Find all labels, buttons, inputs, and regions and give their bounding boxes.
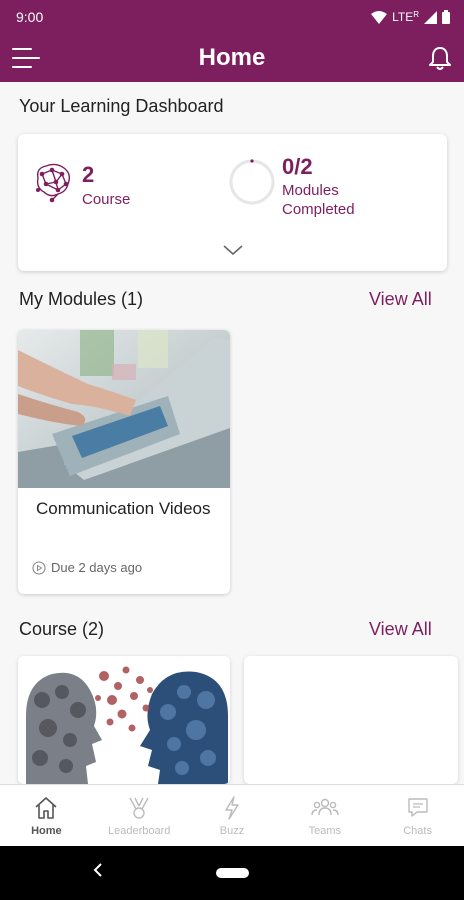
menu-icon-line [12, 66, 32, 68]
modules-progress-ring [229, 159, 275, 205]
battery-icon [442, 10, 450, 24]
course-heading: Course (2) [19, 619, 105, 639]
modules-count: 0/2 [282, 154, 313, 179]
trophy-icon [129, 797, 149, 819]
course-count: 2 [82, 162, 95, 187]
module-due-text: Due 2 days ago [51, 560, 143, 575]
course-card-placeholder[interactable] [244, 656, 458, 784]
course-thumbnail-image [18, 656, 230, 784]
home-icon [35, 797, 57, 819]
course-view-all-link[interactable]: View All [369, 619, 432, 640]
lightning-icon [225, 796, 239, 820]
nav-item-chats[interactable]: Chats [371, 785, 464, 846]
nav-label: Buzz [219, 825, 245, 837]
bell-icon[interactable] [426, 44, 454, 72]
nav-label: Teams [308, 825, 341, 837]
bottom-navigation: Home Leaderboard Buzz Teams Chats [0, 784, 464, 846]
brain-network-icon [36, 163, 71, 203]
module-card[interactable]: Communication Videos Due 2 days ago [18, 330, 230, 594]
my-modules-view-all-link[interactable]: View All [369, 289, 432, 310]
course-label: Course [82, 191, 131, 208]
system-navigation-bar [0, 846, 464, 900]
nav-item-leaderboard[interactable]: Leaderboard [93, 785, 186, 846]
app-bar: Home [0, 34, 464, 82]
signal-icon [424, 10, 437, 24]
nav-label: Leaderboard [108, 825, 171, 837]
nav-label: Chats [403, 825, 432, 837]
page-title: Home [198, 44, 266, 71]
home-pill-button[interactable] [216, 868, 249, 878]
nav-item-buzz[interactable]: Buzz [186, 785, 279, 846]
menu-button[interactable] [12, 44, 40, 72]
people-icon [311, 798, 339, 816]
roaming-label: R [413, 9, 419, 19]
chevron-down-icon[interactable] [222, 244, 244, 256]
network-label: LTE [392, 10, 414, 24]
modules-label-line1: Modules [282, 182, 339, 199]
dashboard-card: 2 Course 0/2 Modules Completed [18, 134, 447, 271]
menu-icon-line [12, 48, 32, 50]
wifi-icon [371, 10, 388, 24]
dashboard-heading: Your Learning Dashboard [19, 96, 224, 116]
module-due-status: Due 2 days ago [32, 560, 142, 575]
play-circle-icon [32, 560, 46, 575]
menu-icon-line [12, 57, 40, 59]
status-time: 9:00 [16, 9, 44, 25]
nav-item-teams[interactable]: Teams [278, 785, 371, 846]
chat-icon [407, 798, 428, 817]
my-modules-heading: My Modules (1) [19, 289, 144, 309]
module-thumbnail-image [18, 330, 230, 488]
modules-label-line2: Completed [282, 201, 355, 218]
status-icons: LTE R [371, 10, 450, 24]
status-bar: 9:00 LTE R [0, 0, 464, 34]
nav-item-home[interactable]: Home [0, 785, 93, 846]
back-icon[interactable] [92, 862, 104, 878]
module-title: Communication Videos [36, 499, 211, 518]
course-card[interactable] [18, 656, 230, 784]
nav-label: Home [31, 825, 62, 837]
